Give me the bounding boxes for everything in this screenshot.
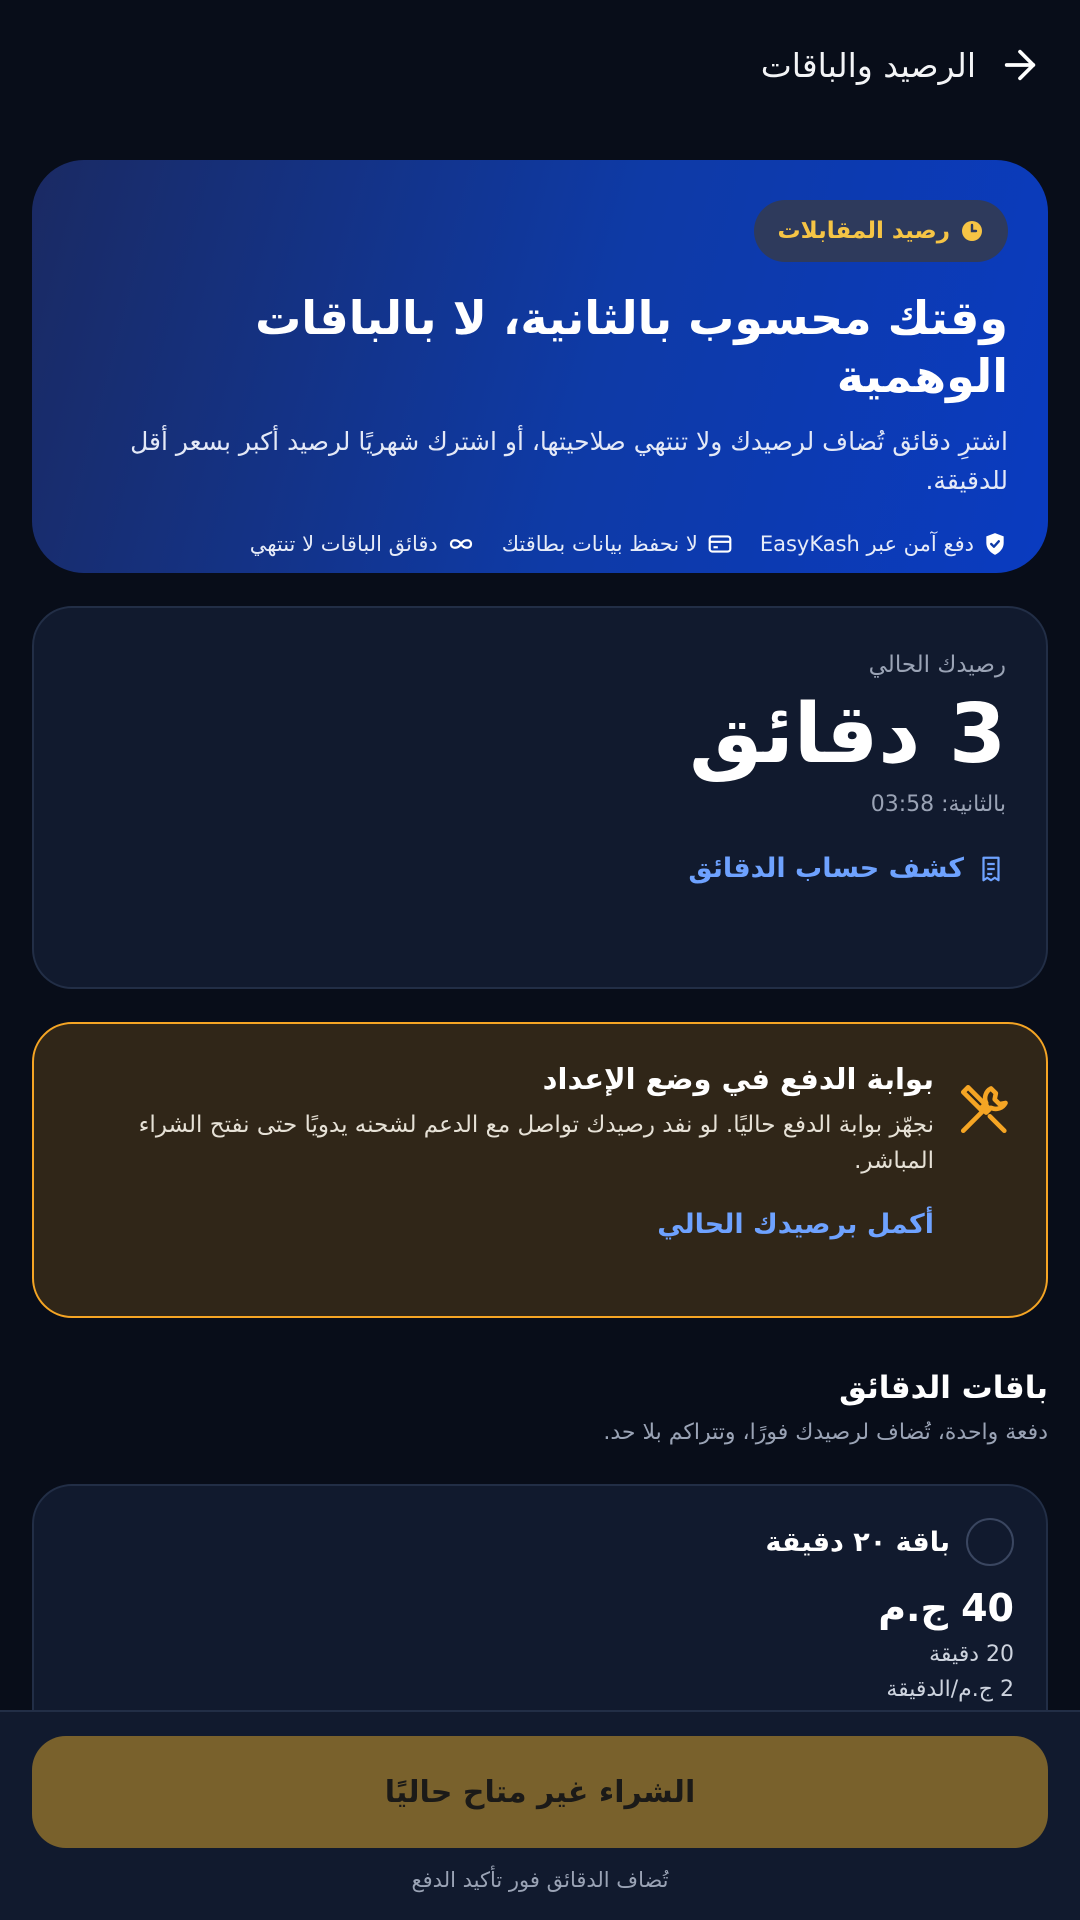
hero-description: اشترِ دقائق تُضاف لرصيدك ولا تنتهي صلاحي… xyxy=(130,427,1008,495)
shield-check-icon xyxy=(982,531,1008,557)
package-name: باقة ٢٠ دقيقة xyxy=(765,1526,950,1558)
bottom-note: تُضاف الدقائق فور تأكيد الدفع xyxy=(411,1868,669,1892)
package-radio[interactable] xyxy=(966,1518,1014,1566)
packages-subtitle: دفعة واحدة، تُضاف لرصيدك فورًا، وتتراكم … xyxy=(603,1420,1048,1445)
feature-label: لا نحفظ بيانات بطاقتك xyxy=(501,531,698,556)
notice-title: بوابة الدفع في وضع الإعداد xyxy=(542,1062,934,1096)
notice-description: نجهّز بوابة الدفع حاليًا. لو نفد رصيدك ت… xyxy=(138,1112,934,1174)
back-button[interactable] xyxy=(992,37,1048,93)
credit-card-icon xyxy=(706,531,734,557)
minutes-statement-link[interactable]: كشف حساب الدقائق xyxy=(688,853,1006,884)
continue-with-balance-link[interactable]: أكمل برصيدك الحالي xyxy=(80,1209,934,1240)
notice-body: بوابة الدفع في وضع الإعداد نجهّز بوابة ا… xyxy=(90,1062,934,1316)
package-minutes: 20 دقيقة xyxy=(929,1642,1014,1667)
tools-icon xyxy=(956,1080,1014,1316)
interview-balance-chip: رصيد المقابلات xyxy=(753,200,1008,262)
page-title: الرصيد والباقات xyxy=(760,45,976,85)
feature-no-expiry: دقائق الباقات لا تنتهي xyxy=(250,531,476,557)
package-price: 40 ج.م xyxy=(878,1586,1014,1630)
app-header: الرصيد والباقات xyxy=(0,0,1080,130)
statement-link-label: كشف حساب الدقائق xyxy=(688,853,964,885)
clock-icon xyxy=(960,219,984,243)
hero-title: وقتك محسوب بالثانية، لا بالباقات الوهمية xyxy=(255,291,1008,403)
balance-seconds: بالثانية: 03:58 xyxy=(870,792,1006,818)
feature-list: دفع آمن عبر EasyKash لا نحفظ بيانات بطاق… xyxy=(72,531,1008,557)
feature-label: دقائق الباقات لا تنتهي xyxy=(249,531,438,556)
receipt-icon xyxy=(976,854,1006,884)
chip-label: رصيد المقابلات xyxy=(777,218,951,244)
feature-label: دفع آمن عبر EasyKash xyxy=(759,531,974,556)
feature-no-card-storage: لا نحفظ بيانات بطاقتك xyxy=(502,531,734,557)
balance-label: رصيدك الحالي xyxy=(868,652,1006,678)
packages-section: باقات الدقائق دفعة واحدة، تُضاف لرصيدك ف… xyxy=(32,1370,1048,1445)
packages-title: باقات الدقائق xyxy=(839,1370,1048,1406)
buy-button[interactable]: الشراء غير متاح حاليًا xyxy=(32,1736,1048,1848)
infinity-icon xyxy=(446,533,476,555)
package-rate: 2 ج.م/الدقيقة xyxy=(886,1677,1014,1702)
bottom-bar: الشراء غير متاح حاليًا تُضاف الدقائق فور… xyxy=(0,1710,1080,1920)
package-header: باقة ٢٠ دقيقة xyxy=(66,1518,1014,1566)
feature-secure-payment: دفع آمن عبر EasyKash xyxy=(760,531,1008,557)
balance-card: رصيدك الحالي 3 دقائق بالثانية: 03:58 كشف… xyxy=(32,606,1048,989)
payment-gateway-notice: بوابة الدفع في وضع الإعداد نجهّز بوابة ا… xyxy=(32,1022,1048,1318)
hero-card: رصيد المقابلات وقتك محسوب بالثانية، لا ب… xyxy=(32,160,1048,573)
balance-value: 3 دقائق xyxy=(689,687,1006,782)
arrow-right-icon xyxy=(1000,45,1040,85)
